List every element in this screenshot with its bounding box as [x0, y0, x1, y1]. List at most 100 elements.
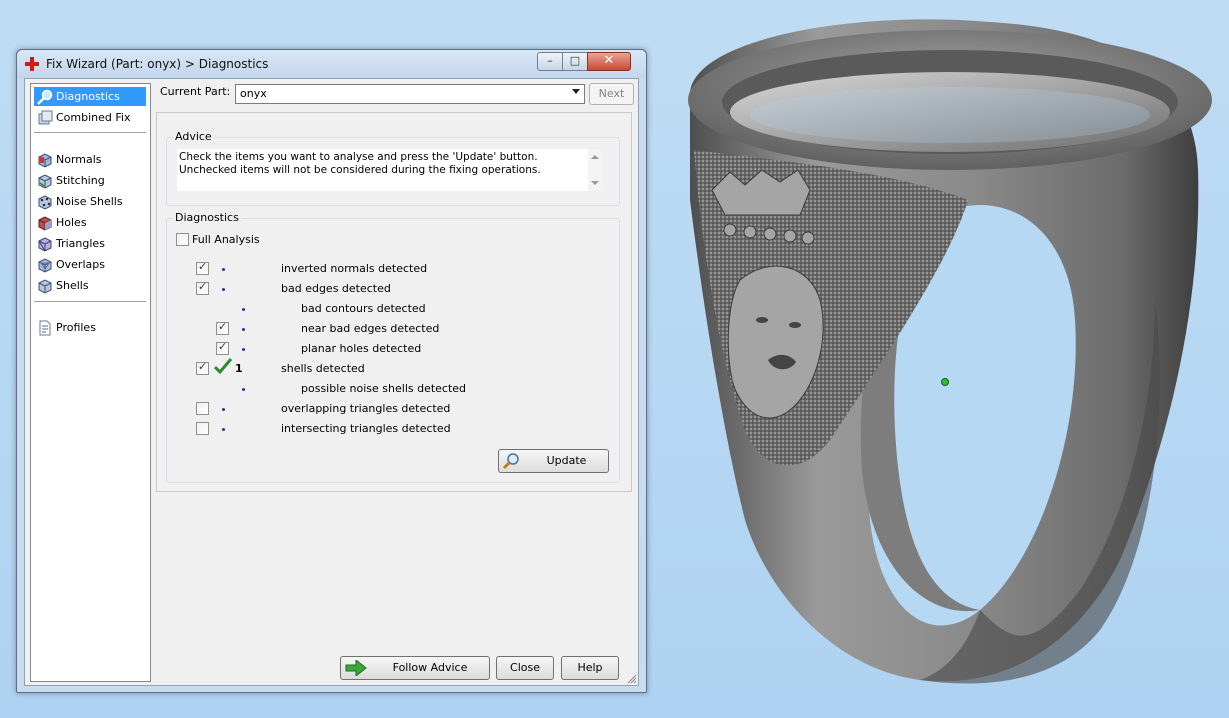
sidebar-item-holes[interactable]: Holes — [34, 213, 146, 232]
diagnostic-row-label: planar holes detected — [301, 342, 422, 355]
close-icon: ✕ — [603, 53, 615, 68]
sidebar-item-label: Normals — [56, 153, 102, 166]
normals-cube-icon — [38, 153, 52, 168]
follow-advice-button[interactable]: Follow Advice — [340, 656, 490, 680]
bullet-dot — [222, 268, 225, 271]
checkmark-icon: ✓ — [218, 340, 228, 353]
diagnostic-row-label: overlapping triangles detected — [281, 402, 451, 415]
bad-edges-checkbox[interactable]: ✓ — [196, 280, 209, 295]
full-analysis-label: Full Analysis — [192, 233, 260, 246]
help-button[interactable]: Help — [561, 656, 619, 680]
full-analysis-checkbox[interactable] — [176, 233, 189, 246]
window-titlebar[interactable]: Fix Wizard (Part: onyx) > Diagnostics – … — [17, 50, 646, 78]
bullet-dot — [242, 348, 245, 351]
red-cross-icon — [25, 57, 39, 71]
sidebar-item-diagnostics[interactable]: Diagnostics — [34, 87, 146, 106]
magnifier-icon — [37, 89, 53, 105]
update-label: Update — [546, 454, 587, 467]
wizard-sidebar: Diagnostics Combined Fix Normals Stitchi… — [30, 83, 151, 682]
sidebar-separator — [34, 301, 146, 302]
close-window-button[interactable]: ✕ — [587, 52, 631, 71]
advice-group: Advice Check the items you want to analy… — [166, 130, 620, 206]
advice-title: Advice — [173, 130, 214, 143]
next-button[interactable]: Next — [589, 83, 634, 105]
shells-count: 1 — [235, 362, 243, 375]
overlapping-triangles-checkbox[interactable] — [196, 402, 209, 415]
checkmark-icon: ✓ — [198, 360, 208, 373]
help-label: Help — [577, 661, 603, 674]
maximize-button[interactable]: □ — [562, 52, 588, 71]
shells-checkbox[interactable]: ✓ — [196, 360, 209, 375]
sidebar-item-profiles[interactable]: Profiles — [34, 318, 146, 337]
advice-text: Check the items you want to analyse and … — [179, 151, 541, 176]
profiles-document-icon — [39, 320, 51, 336]
diagnostics-group: Diagnostics Full Analysis ✓ inverted nor… — [166, 211, 620, 483]
sidebar-item-label: Shells — [56, 279, 89, 292]
current-part-value: onyx — [240, 87, 267, 100]
diagnostic-row-label: shells detected — [281, 362, 365, 375]
intersecting-triangles-checkbox[interactable] — [196, 422, 209, 435]
fix-wizard-window: Fix Wizard (Part: onyx) > Diagnostics – … — [16, 49, 647, 693]
sidebar-item-label: Profiles — [56, 321, 96, 334]
sidebar-item-label: Stitching — [56, 174, 105, 187]
next-button-label: Next — [598, 87, 625, 100]
sidebar-item-noise-shells[interactable]: Noise Shells — [34, 192, 146, 211]
minimize-button[interactable]: – — [537, 52, 563, 71]
diagnostics-title: Diagnostics — [173, 211, 241, 224]
window-title: Fix Wizard (Part: onyx) > Diagnostics — [46, 57, 269, 71]
advice-scrollbar[interactable] — [588, 149, 603, 191]
sidebar-item-normals[interactable]: Normals — [34, 150, 146, 169]
green-check-icon — [214, 358, 232, 374]
diagnostic-row-label: intersecting triangles detected — [281, 422, 451, 435]
sidebar-item-label: Overlaps — [56, 258, 105, 271]
bullet-dot — [222, 288, 225, 291]
noise-shells-cube-icon — [38, 195, 52, 210]
maximize-icon: □ — [569, 54, 581, 67]
holes-cube-icon — [38, 216, 52, 231]
diagnostics-panel: Advice Check the items you want to analy… — [156, 112, 632, 492]
bullet-dot — [242, 388, 245, 391]
diagnostic-row-label: bad contours detected — [301, 302, 426, 315]
3d-viewport[interactable] — [650, 0, 1229, 718]
current-part-select[interactable]: onyx — [235, 84, 585, 104]
ring-model — [688, 19, 1212, 684]
bullet-dot — [242, 328, 245, 331]
scroll-up-icon[interactable] — [591, 155, 599, 159]
sidebar-item-label: Noise Shells — [56, 195, 123, 208]
chevron-down-icon — [572, 89, 580, 94]
pivot-point-marker — [941, 378, 949, 386]
scroll-down-icon[interactable] — [591, 181, 599, 185]
close-label: Close — [510, 661, 540, 674]
stitching-cube-icon — [38, 174, 52, 189]
sidebar-separator — [34, 132, 146, 133]
bullet-dot — [222, 428, 225, 431]
diagnostic-row-label: bad edges detected — [281, 282, 391, 295]
update-button[interactable]: Update — [498, 449, 609, 473]
resize-grip-icon[interactable] — [626, 673, 637, 684]
near-bad-edges-checkbox[interactable]: ✓ — [216, 320, 229, 335]
checkmark-icon: ✓ — [218, 320, 228, 333]
wizard-client-area: Diagnostics Combined Fix Normals Stitchi… — [24, 78, 639, 686]
current-part-label: Current Part: — [160, 85, 231, 98]
combined-fix-icon — [38, 110, 53, 125]
follow-advice-label: Follow Advice — [392, 661, 468, 674]
sidebar-item-combined-fix[interactable]: Combined Fix — [34, 108, 146, 127]
checkmark-icon: ✓ — [198, 260, 208, 273]
sidebar-item-label: Holes — [56, 216, 87, 229]
planar-holes-checkbox[interactable]: ✓ — [216, 340, 229, 355]
sidebar-item-label: Combined Fix — [56, 111, 131, 124]
checkmark-icon: ✓ — [198, 280, 208, 293]
sidebar-item-label: Diagnostics — [56, 90, 120, 103]
sidebar-item-shells[interactable]: Shells — [34, 276, 146, 295]
close-button[interactable]: Close — [496, 656, 554, 680]
sidebar-item-label: Triangles — [56, 237, 105, 250]
inverted-normals-checkbox[interactable]: ✓ — [196, 260, 209, 275]
minimize-icon: – — [547, 54, 553, 67]
sidebar-item-overlaps[interactable]: Overlaps — [34, 255, 146, 274]
sidebar-item-stitching[interactable]: Stitching — [34, 171, 146, 190]
diagnostic-row-label: inverted normals detected — [281, 262, 428, 275]
sidebar-item-triangles[interactable]: Triangles — [34, 234, 146, 253]
advice-textbox: Check the items you want to analyse and … — [177, 149, 603, 191]
magnifier-icon — [502, 453, 519, 470]
green-arrow-icon — [345, 660, 367, 676]
